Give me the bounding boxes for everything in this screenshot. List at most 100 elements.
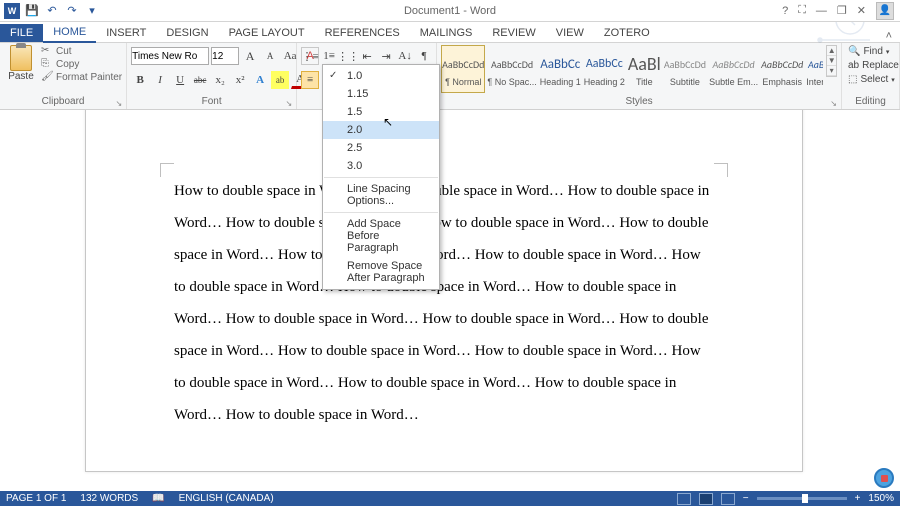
style-item[interactable]: AaBbCcDdSubtle Em...: [708, 45, 759, 93]
align-left-button[interactable]: ≡: [301, 71, 319, 89]
grow-font-button[interactable]: A: [241, 47, 259, 65]
bullets-button[interactable]: ⋮≡: [301, 47, 319, 65]
show-marks-button[interactable]: ¶: [415, 47, 433, 65]
status-proofing-icon[interactable]: 📖: [152, 493, 164, 504]
document-area[interactable]: How to double space in Word… How to doub…: [0, 110, 900, 491]
increase-indent-button[interactable]: ⇥: [377, 47, 395, 65]
dropdown-separator: [324, 177, 438, 178]
zoom-in-button[interactable]: +: [855, 493, 861, 504]
styles-more[interactable]: ▾: [827, 66, 836, 76]
minimize-button[interactable]: —: [816, 5, 827, 17]
styles-launcher[interactable]: ↘: [830, 99, 837, 108]
tab-home[interactable]: HOME: [43, 23, 96, 43]
view-web-layout[interactable]: [721, 493, 735, 505]
style-item[interactable]: AaBbCcDd¶ Normal: [441, 45, 485, 93]
style-item[interactable]: AaBlTitle: [627, 45, 662, 93]
style-item[interactable]: AaBbCcDdSubtitle: [663, 45, 707, 93]
zoom-thumb[interactable]: [802, 494, 808, 503]
document-body-text[interactable]: How to double space in Word… How to doub…: [174, 175, 714, 431]
format-painter-button[interactable]: 🖌Format Painter: [41, 71, 122, 83]
style-name: Heading 1: [540, 77, 581, 87]
tab-references[interactable]: REFERENCES: [315, 24, 410, 42]
line-spacing-options-item[interactable]: Line Spacing Options...: [323, 180, 439, 210]
line-spacing-value[interactable]: 2.5: [323, 139, 439, 157]
find-button[interactable]: 🔍Find▾: [846, 45, 900, 58]
style-preview: AaBbCcDd: [808, 51, 823, 77]
style-item[interactable]: AaBbCcDd¶ No Spac...: [486, 45, 537, 93]
styles-up[interactable]: ▲: [827, 46, 836, 56]
zoom-level[interactable]: 150%: [868, 493, 894, 504]
style-item[interactable]: AaBbCcDdEmphasis: [760, 45, 804, 93]
paste-button[interactable]: Paste: [4, 45, 38, 82]
subscript-button[interactable]: x₂: [211, 71, 229, 89]
zoom-slider[interactable]: [757, 497, 847, 500]
style-name: Heading 2: [584, 77, 625, 87]
multilevel-list-button[interactable]: ⋮⋮: [339, 47, 357, 65]
remove-space-after-item[interactable]: Remove Space After Paragraph: [323, 257, 439, 287]
line-spacing-value[interactable]: 1.0✓: [323, 67, 439, 85]
style-item[interactable]: AaBbCcHeading 1: [539, 45, 582, 93]
status-language[interactable]: ENGLISH (CANADA): [179, 493, 274, 504]
styles-gallery[interactable]: AaBbCcDd¶ NormalAaBbCcDd¶ No Spac...AaBb…: [441, 45, 823, 93]
style-name: Emphasis: [762, 77, 802, 87]
view-read-mode[interactable]: [677, 493, 691, 505]
shrink-font-button[interactable]: A: [261, 47, 279, 65]
italic-button[interactable]: I: [151, 71, 169, 89]
styles-down[interactable]: ▼: [827, 56, 836, 66]
bold-button[interactable]: B: [131, 71, 149, 89]
style-item[interactable]: AaBbCcHeading 2: [583, 45, 626, 93]
copy-button[interactable]: ⎘Copy: [41, 58, 122, 70]
clipboard-launcher[interactable]: ↘: [115, 99, 122, 108]
text-effects-button[interactable]: A: [251, 71, 269, 89]
line-spacing-value[interactable]: 1.5: [323, 103, 439, 121]
qat-redo[interactable]: ↷: [64, 3, 80, 19]
styles-scroll: ▲ ▼ ▾: [826, 45, 837, 77]
underline-button[interactable]: U: [171, 71, 189, 89]
style-name: Subtle Em...: [709, 77, 758, 87]
font-name-combo[interactable]: [131, 47, 209, 65]
close-button[interactable]: ✕: [857, 4, 866, 17]
style-name: Subtitle: [670, 77, 700, 87]
line-spacing-dropdown: 1.0✓1.151.52.02.53.0 Line Spacing Option…: [322, 64, 440, 290]
select-button[interactable]: ⬚Select▾: [846, 73, 900, 86]
line-spacing-value[interactable]: 3.0: [323, 157, 439, 175]
tab-design[interactable]: DESIGN: [156, 24, 218, 42]
replace-button[interactable]: abReplace: [846, 59, 900, 72]
check-icon: ✓: [329, 70, 337, 81]
line-spacing-value[interactable]: 2.0: [323, 121, 439, 139]
status-words[interactable]: 132 WORDS: [80, 493, 138, 504]
font-size-combo[interactable]: [211, 47, 239, 65]
cut-button[interactable]: ✂Cut: [41, 45, 122, 57]
decrease-indent-button[interactable]: ⇤: [358, 47, 376, 65]
style-item[interactable]: AaBbCcDdIntense E...: [805, 45, 823, 93]
margin-marker: [714, 163, 728, 177]
tab-mailings[interactable]: MAILINGS: [410, 24, 483, 42]
qat-undo[interactable]: ↶: [44, 3, 60, 19]
highlight-button[interactable]: ab: [271, 71, 289, 89]
line-spacing-value[interactable]: 1.15: [323, 85, 439, 103]
tab-view[interactable]: VIEW: [546, 24, 594, 42]
sort-button[interactable]: A↓: [396, 47, 414, 65]
tab-file[interactable]: FILE: [0, 24, 43, 42]
document-page[interactable]: How to double space in Word… How to doub…: [85, 110, 803, 472]
strikethrough-button[interactable]: abc: [191, 71, 209, 89]
help-icon[interactable]: ?: [782, 5, 788, 17]
tab-insert[interactable]: INSERT: [96, 24, 156, 42]
tab-page-layout[interactable]: PAGE LAYOUT: [219, 24, 315, 42]
superscript-button[interactable]: x²: [231, 71, 249, 89]
add-space-before-item[interactable]: Add Space Before Paragraph: [323, 215, 439, 257]
tab-zotero[interactable]: ZOTERO: [594, 24, 660, 42]
numbering-button[interactable]: 1≡: [320, 47, 338, 65]
ribbon-options-icon[interactable]: ⛶: [798, 4, 806, 17]
qat-customize[interactable]: ▾: [84, 3, 100, 19]
view-print-layout[interactable]: [699, 493, 713, 505]
qat-save[interactable]: 💾: [24, 3, 40, 19]
collapse-ribbon-icon[interactable]: ˄: [878, 30, 900, 42]
style-preview: AaBbCcDd: [712, 51, 754, 77]
zoom-out-button[interactable]: −: [743, 493, 749, 504]
user-avatar[interactable]: 👤: [876, 2, 894, 20]
tab-review[interactable]: REVIEW: [482, 24, 545, 42]
restore-button[interactable]: ❐: [837, 4, 847, 17]
status-page[interactable]: PAGE 1 OF 1: [6, 493, 66, 504]
font-launcher[interactable]: ↘: [285, 99, 292, 108]
